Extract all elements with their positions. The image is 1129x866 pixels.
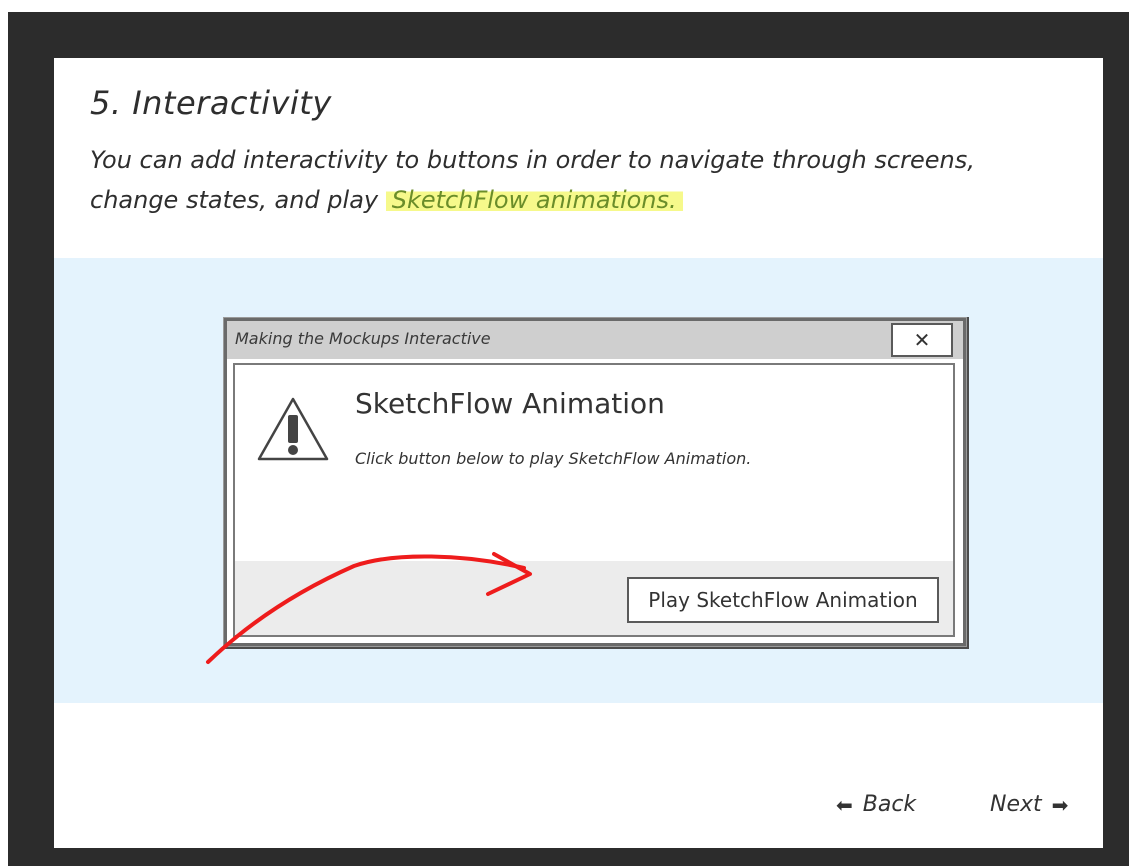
close-icon: ✕ [913,328,931,352]
close-button[interactable]: ✕ [891,323,953,357]
back-button[interactable]: ⬅ Back [836,792,916,817]
next-button[interactable]: Next ➡ [990,792,1068,817]
arrow-left-icon: ⬅ [836,792,853,817]
warning-icon [257,397,329,461]
annotation-arrow-icon [206,552,532,664]
dialog-titlebar: Making the Mockups Interactive ✕ [227,321,963,359]
dialog-message: Click button below to play SketchFlow An… [355,449,752,468]
next-label: Next [990,792,1042,817]
arrow-right-icon: ➡ [1051,792,1069,817]
dialog-heading: SketchFlow Animation [355,387,665,420]
play-animation-button[interactable]: Play SketchFlow Animation [627,577,939,623]
slide-title: 5. Interactivity [90,84,332,122]
slide: 5. Interactivity You can add interactivi… [54,58,1103,848]
description-highlight: SketchFlow animations. [385,186,683,214]
back-label: Back [862,792,917,817]
dialog-window-title: Making the Mockups Interactive [235,329,491,348]
slide-description: You can add interactivity to buttons in … [90,140,1070,220]
